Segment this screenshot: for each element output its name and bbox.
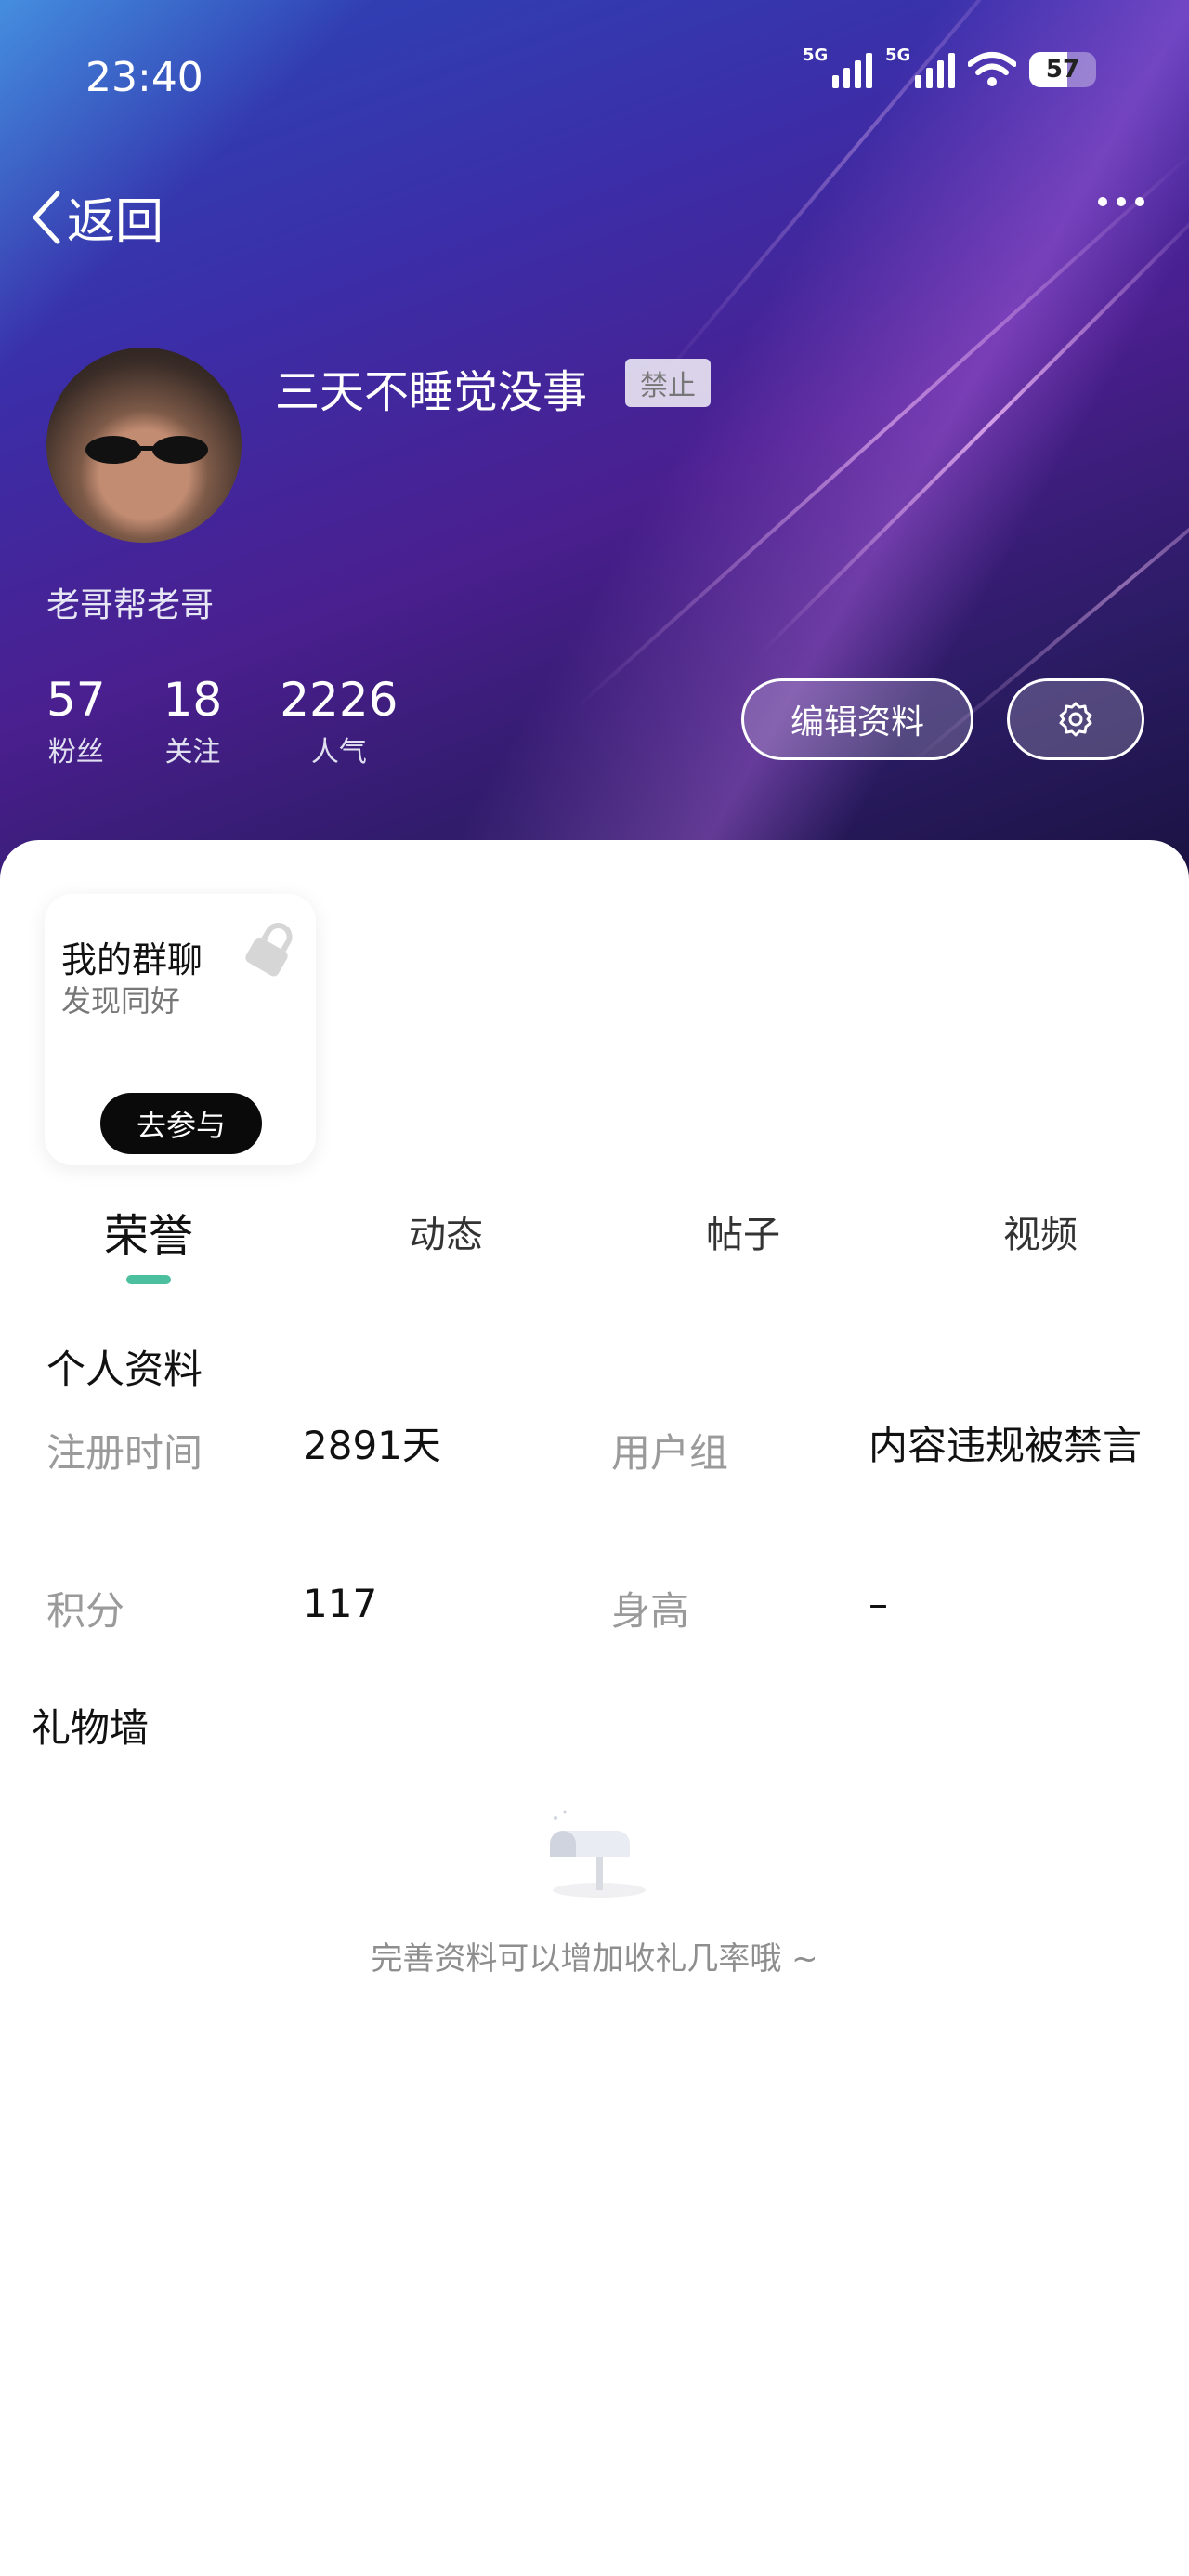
stat-fans[interactable]: 57 粉丝	[46, 671, 106, 769]
active-tab-indicator	[126, 1275, 171, 1284]
personal-info-title: 个人资料	[46, 1347, 203, 1392]
profile-stats: 57 粉丝 18 关注 2226 人气	[46, 671, 399, 769]
join-group-button[interactable]: 去参与	[100, 1093, 262, 1154]
signal-icon-2: 5G	[885, 46, 955, 88]
tab-honor[interactable]: 荣誉	[104, 1199, 193, 1264]
tab-posts[interactable]: 帖子	[706, 1204, 780, 1258]
mailbox-icon	[550, 1810, 646, 1898]
tab-activity[interactable]: 动态	[409, 1204, 483, 1258]
status-time: 23:40	[85, 54, 203, 101]
wifi-icon	[968, 52, 1016, 86]
stat-popularity[interactable]: 2226 人气	[280, 671, 398, 769]
info-value-points: 117	[303, 1581, 378, 1626]
group-card-title: 我的群聊	[61, 940, 203, 980]
battery-icon: 57	[1029, 52, 1096, 87]
info-label-register-time: 注册时间	[46, 1430, 203, 1476]
back-label: 返回	[67, 194, 164, 250]
gift-wall-title: 礼物墙	[32, 1705, 150, 1751]
username: 三天不睡觉没事	[275, 366, 588, 418]
stat-following[interactable]: 18 关注	[163, 671, 223, 769]
user-bio: 老哥帮老哥	[46, 586, 215, 624]
group-chat-card[interactable]: 我的群聊 发现同好 去参与	[45, 894, 316, 1165]
info-label-user-group: 用户组	[611, 1430, 729, 1476]
gear-icon	[1059, 702, 1092, 737]
avatar[interactable]	[46, 348, 242, 543]
info-value-user-group: 内容违规被禁言	[869, 1423, 1143, 1468]
more-options-button[interactable]	[1098, 197, 1144, 206]
edit-profile-button[interactable]: 编辑资料	[741, 678, 973, 760]
info-label-points: 积分	[46, 1588, 125, 1634]
back-button[interactable]: 返回	[30, 182, 163, 252]
profile-tabs: 荣誉 动态 帖子 视频	[0, 1204, 1189, 1288]
group-card-subtitle: 发现同好	[61, 983, 181, 1019]
status-icons: 5G 5G 57	[803, 46, 1096, 88]
info-value-register-time: 2891天	[303, 1423, 441, 1468]
settings-button[interactable]	[1007, 678, 1144, 760]
info-value-height: –	[869, 1581, 888, 1626]
gift-wall-empty-text: 完善资料可以增加收礼几率哦 ~	[371, 1940, 818, 1978]
signal-icon: 5G	[803, 46, 872, 88]
info-label-height: 身高	[611, 1588, 690, 1634]
sunglasses-graphic	[85, 436, 208, 464]
chevron-left-icon	[33, 191, 60, 243]
more-dot-icon	[1098, 197, 1107, 206]
ban-badge: 禁止	[625, 359, 711, 407]
tab-videos[interactable]: 视频	[1003, 1204, 1078, 1258]
lock-icon	[245, 923, 293, 977]
